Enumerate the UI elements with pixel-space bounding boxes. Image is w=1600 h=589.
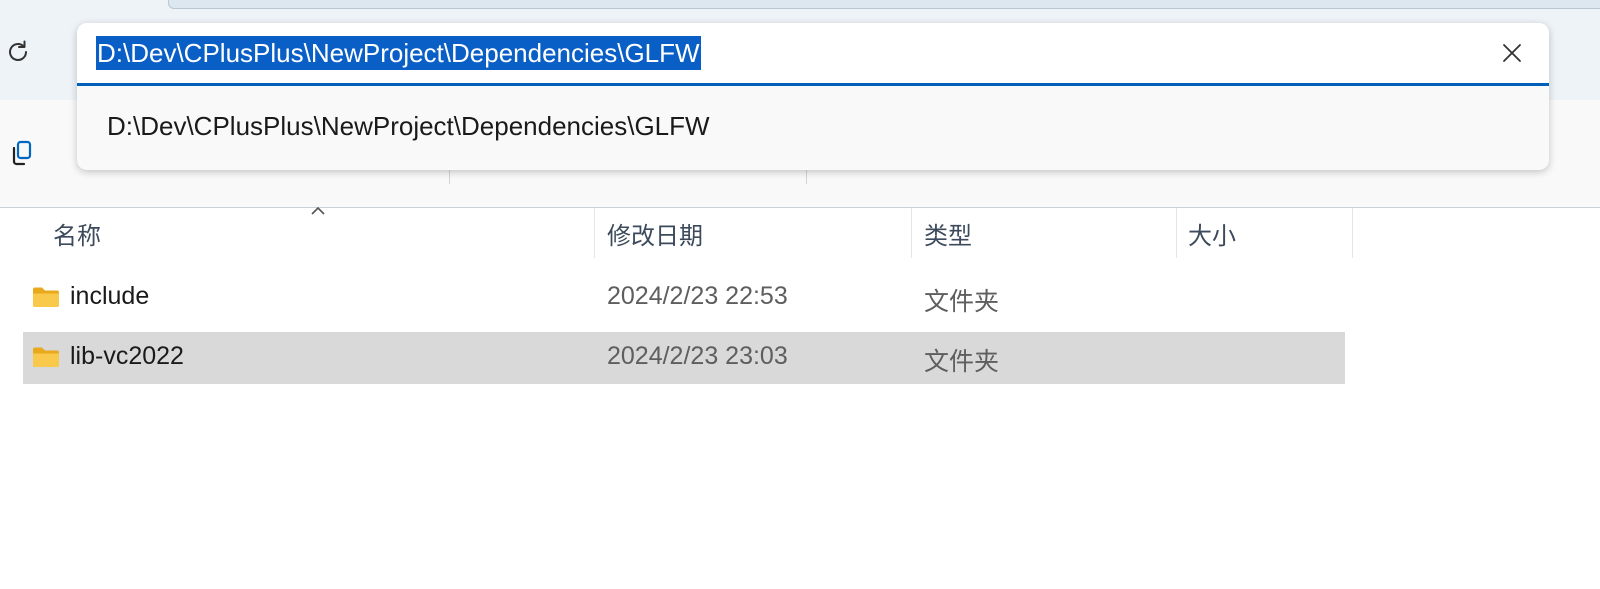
- refresh-button[interactable]: [2, 36, 34, 68]
- file-type: 文件夹: [924, 288, 1000, 316]
- address-suggestion-item[interactable]: D:\Dev\CPlusPlus\NewProject\Dependencies…: [77, 86, 1549, 170]
- column-header-name[interactable]: 名称: [53, 208, 101, 258]
- file-row-include[interactable]: include 2024/2/23 22:53 文件夹: [23, 272, 1345, 324]
- address-suggestion-text: D:\Dev\CPlusPlus\NewProject\Dependencies…: [107, 111, 710, 141]
- clear-address-button[interactable]: [1496, 37, 1528, 69]
- column-header-type[interactable]: 类型: [924, 208, 972, 258]
- address-bar[interactable]: D:\Dev\CPlusPlus\NewProject\Dependencies…: [77, 23, 1549, 86]
- address-bar-dropdown: D:\Dev\CPlusPlus\NewProject\Dependencies…: [77, 23, 1549, 170]
- active-tab[interactable]: [168, 0, 1600, 9]
- column-divider[interactable]: [594, 208, 595, 258]
- refresh-icon: [9, 40, 27, 61]
- folder-icon: [33, 287, 59, 307]
- column-divider[interactable]: [911, 208, 912, 258]
- close-icon: [1503, 44, 1521, 62]
- copy-icon: [12, 140, 32, 166]
- chevron-up-icon: [311, 206, 325, 215]
- column-header-modified[interactable]: 修改日期: [607, 208, 703, 258]
- file-modified-date: 2024/2/23 23:03: [607, 342, 788, 370]
- file-type: 文件夹: [924, 348, 1000, 376]
- file-name: lib-vc2022: [70, 342, 184, 370]
- tab-strip: [0, 0, 1600, 22]
- file-row-lib-vc2022[interactable]: lib-vc2022 2024/2/23 23:03 文件夹: [23, 332, 1345, 384]
- column-header-type-label: 类型: [924, 222, 972, 250]
- file-modified-date: 2024/2/23 22:53: [607, 282, 788, 310]
- copy-button[interactable]: [4, 136, 40, 172]
- column-header-size[interactable]: 大小: [1188, 208, 1236, 258]
- file-explorer-window: 名称 修改日期 类型 大小 include 2024/2/23 22:53 文件…: [0, 0, 1600, 589]
- folder-icon: [33, 347, 59, 367]
- file-name: include: [70, 282, 150, 310]
- column-divider[interactable]: [1176, 208, 1177, 258]
- column-header-size-label: 大小: [1188, 222, 1236, 250]
- column-header-modified-label: 修改日期: [607, 222, 703, 250]
- column-header-name-label: 名称: [53, 222, 101, 250]
- column-divider[interactable]: [1352, 208, 1353, 258]
- address-input[interactable]: D:\Dev\CPlusPlus\NewProject\Dependencies…: [96, 36, 701, 70]
